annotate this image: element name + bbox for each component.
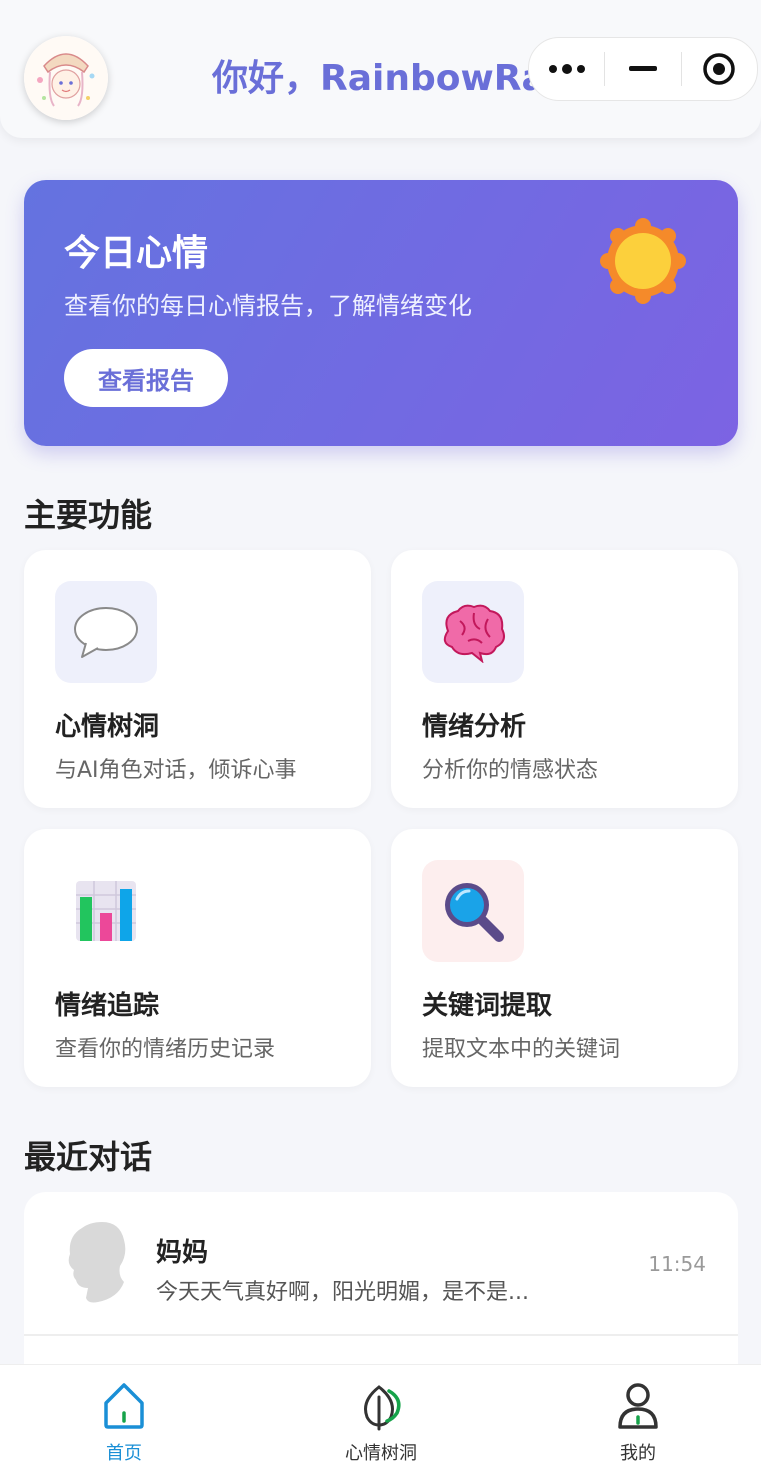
feature-desc: 提取文本中的关键词 [422,1037,621,1062]
feature-title: 情绪分析 [422,712,527,742]
feature-card-keyword-extraction[interactable]: 关键词提取 提取文本中的关键词 [391,829,738,1087]
top-header: 你好，RainbowRain [0,0,761,138]
feature-icon-box [422,581,524,683]
tab-label: 我的 [620,1443,656,1464]
feature-card-emotion-tracking[interactable]: 情绪追踪 查看你的情绪历史记录 [24,829,371,1087]
bottom-tab-bar: 首页 心情树洞 我的 [0,1364,761,1465]
tab-mine[interactable]: 我的 [568,1365,708,1465]
view-report-button[interactable]: 查看报告 [64,349,228,407]
mood-banner: 今日心情 查看你的每日心情报告，了解情绪变化 查看报告 [24,180,738,446]
miniprogram-capsule [528,37,758,101]
feature-icon-box [422,860,524,962]
close-miniprogram-button[interactable] [682,38,757,100]
greeting-text: 你好，RainbowRain [212,58,552,99]
tab-home[interactable]: 首页 [54,1365,194,1465]
feature-desc: 与AI角色对话，倾诉心事 [55,758,297,783]
sun-icon [600,218,686,304]
brain-icon [443,604,505,663]
minimize-button[interactable] [605,38,680,100]
leaf-icon [364,1385,401,1431]
magnifier-icon [445,883,504,942]
message-time: 11:54 [648,1252,706,1276]
features-section-title: 主要功能 [24,496,153,534]
minimize-icon [629,66,657,71]
feature-title: 关键词提取 [422,991,553,1021]
contact-name: 妈妈 [156,1238,209,1268]
feature-desc: 查看你的情绪历史记录 [55,1037,276,1062]
feature-title: 心情树洞 [55,712,160,742]
more-dots-icon [548,64,585,74]
tab-mood-treehole[interactable]: 心情树洞 [311,1365,451,1465]
list-item[interactable]: 妈妈 今天天气真好啊，阳光明媚，是不是... 11:54 [24,1192,738,1334]
feature-icon-box [55,581,157,683]
last-message: 今天天气真好啊，阳光明媚，是不是... [156,1280,529,1305]
tab-label: 首页 [106,1443,142,1464]
speech-bubble-icon [74,607,138,658]
bar-chart-icon [76,881,136,941]
feature-card-mood-treehole[interactable]: 心情树洞 与AI角色对话，倾诉心事 [24,550,371,808]
banner-subtitle: 查看你的每日心情报告，了解情绪变化 [64,292,472,320]
banner-title: 今日心情 [64,233,209,274]
feature-desc: 分析你的情感状态 [422,758,599,783]
feature-title: 情绪追踪 [55,991,160,1021]
recent-section-title: 最近对话 [24,1138,153,1176]
tab-label: 心情树洞 [345,1443,417,1464]
recent-conversations-card: 妈妈 今天天气真好啊，阳光明媚，是不是... 11:54 [24,1192,738,1392]
target-circle-icon [703,53,736,85]
list-divider [24,1334,738,1336]
more-button[interactable] [529,38,604,100]
user-avatar[interactable] [24,36,108,120]
user-icon [618,1383,658,1429]
contact-avatar-icon [68,1222,126,1303]
feature-icon-box [55,860,157,962]
feature-card-emotion-analysis[interactable]: 情绪分析 分析你的情感状态 [391,550,738,808]
avatar-illustration-icon [24,36,108,120]
home-icon [104,1383,144,1429]
